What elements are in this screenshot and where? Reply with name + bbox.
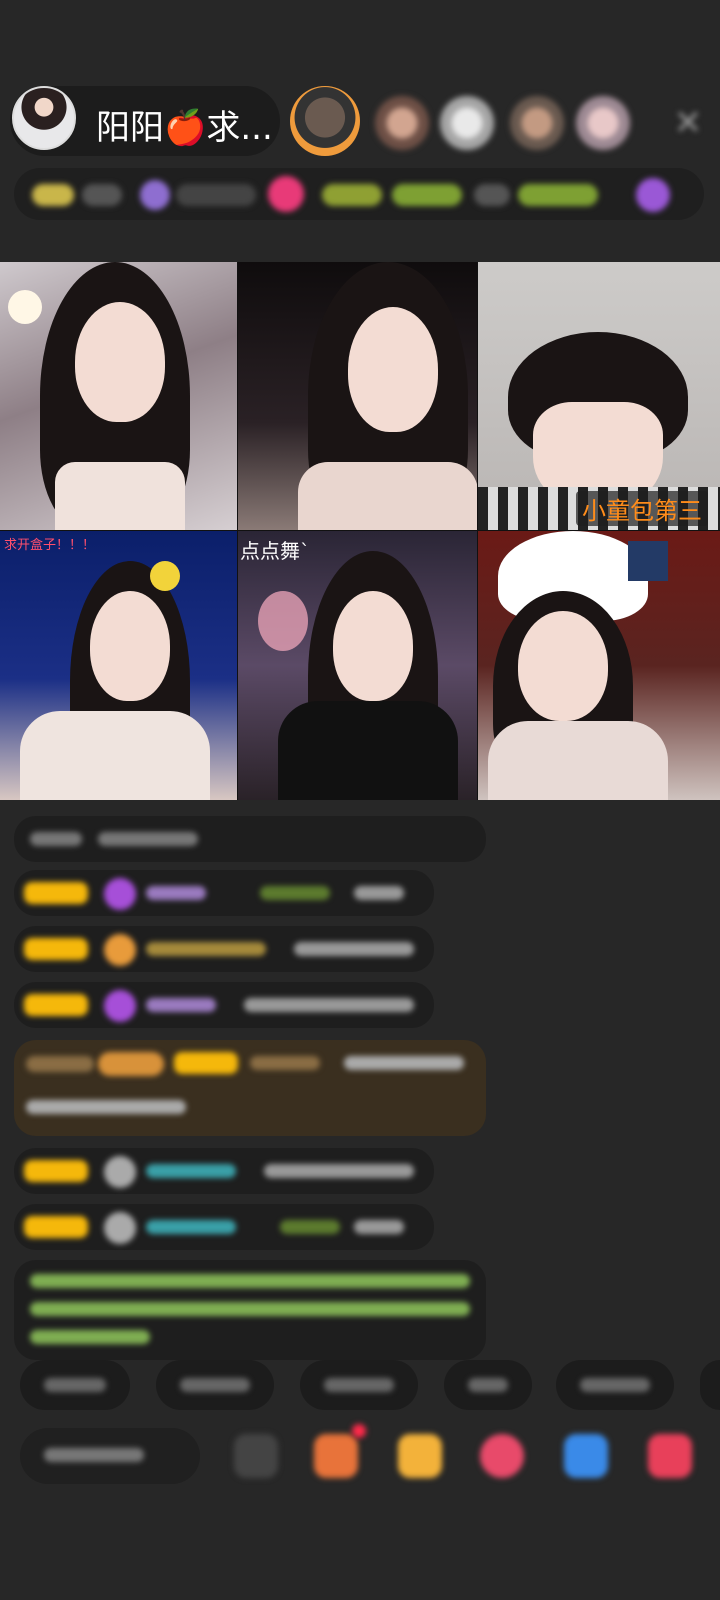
stat-chip — [82, 184, 122, 206]
stat-chip — [176, 184, 256, 206]
rank-badge-icon — [32, 184, 74, 206]
chat-notice — [14, 816, 486, 862]
top-viewer-avatar[interactable] — [290, 86, 360, 156]
task-chip — [322, 184, 382, 206]
chat-message[interactable] — [14, 982, 434, 1028]
guest-video-tile[interactable] — [477, 530, 720, 800]
tile-label: 小童包第三 — [576, 491, 708, 526]
guest-video-tile[interactable]: 小童包第三 — [477, 262, 720, 530]
tile-label: 点点舞` — [240, 539, 310, 563]
interact-icon[interactable] — [564, 1434, 608, 1478]
task-chip — [518, 184, 598, 206]
event-icon — [636, 178, 670, 212]
guest-video-tile[interactable]: 求开盒子！！！ — [0, 530, 237, 800]
task-chip — [392, 184, 462, 206]
fan-club-icon[interactable] — [480, 1434, 524, 1478]
gift-icon[interactable] — [648, 1434, 692, 1478]
tile-label: 求开盒子！！！ — [4, 538, 96, 553]
viewer-avatar[interactable] — [440, 96, 494, 150]
gift-icon — [140, 180, 170, 210]
chat-message[interactable] — [14, 926, 434, 972]
guest-video-tile[interactable] — [0, 262, 237, 530]
heart-icon — [268, 176, 304, 212]
system-notice — [14, 1260, 486, 1360]
shop-icon[interactable] — [314, 1434, 358, 1478]
notification-dot-icon — [352, 1424, 366, 1438]
viewer-avatar[interactable] — [375, 96, 429, 150]
gift-box-icon[interactable] — [398, 1434, 442, 1478]
viewer-avatar[interactable] — [510, 96, 564, 150]
quick-reply-button[interactable] — [156, 1360, 274, 1410]
chat-input[interactable] — [20, 1428, 200, 1484]
chat-message[interactable] — [14, 1148, 434, 1194]
host-avatar[interactable] — [12, 86, 76, 150]
chat-message[interactable] — [14, 870, 434, 916]
chat-message[interactable] — [14, 1204, 434, 1250]
quick-reply-button[interactable] — [300, 1360, 418, 1410]
quick-reply-button[interactable] — [556, 1360, 674, 1410]
task-chip — [474, 184, 510, 206]
guest-video-tile[interactable] — [237, 262, 477, 530]
viewer-avatar[interactable] — [576, 96, 630, 150]
quick-reply-button[interactable] — [700, 1360, 720, 1410]
multi-guest-video-grid: 小童包第三 求开盒子！！！ 点点舞` — [0, 262, 720, 800]
guest-video-tile[interactable]: 点点舞` — [237, 530, 477, 800]
close-icon[interactable]: ✕ — [670, 105, 706, 141]
vip-chat-message[interactable] — [14, 1040, 486, 1136]
quick-reply-button[interactable] — [444, 1360, 532, 1410]
quick-reply-button[interactable] — [20, 1360, 130, 1410]
host-name[interactable]: 阳阳🍎求... — [96, 100, 273, 149]
emoji-icon[interactable] — [234, 1434, 278, 1478]
